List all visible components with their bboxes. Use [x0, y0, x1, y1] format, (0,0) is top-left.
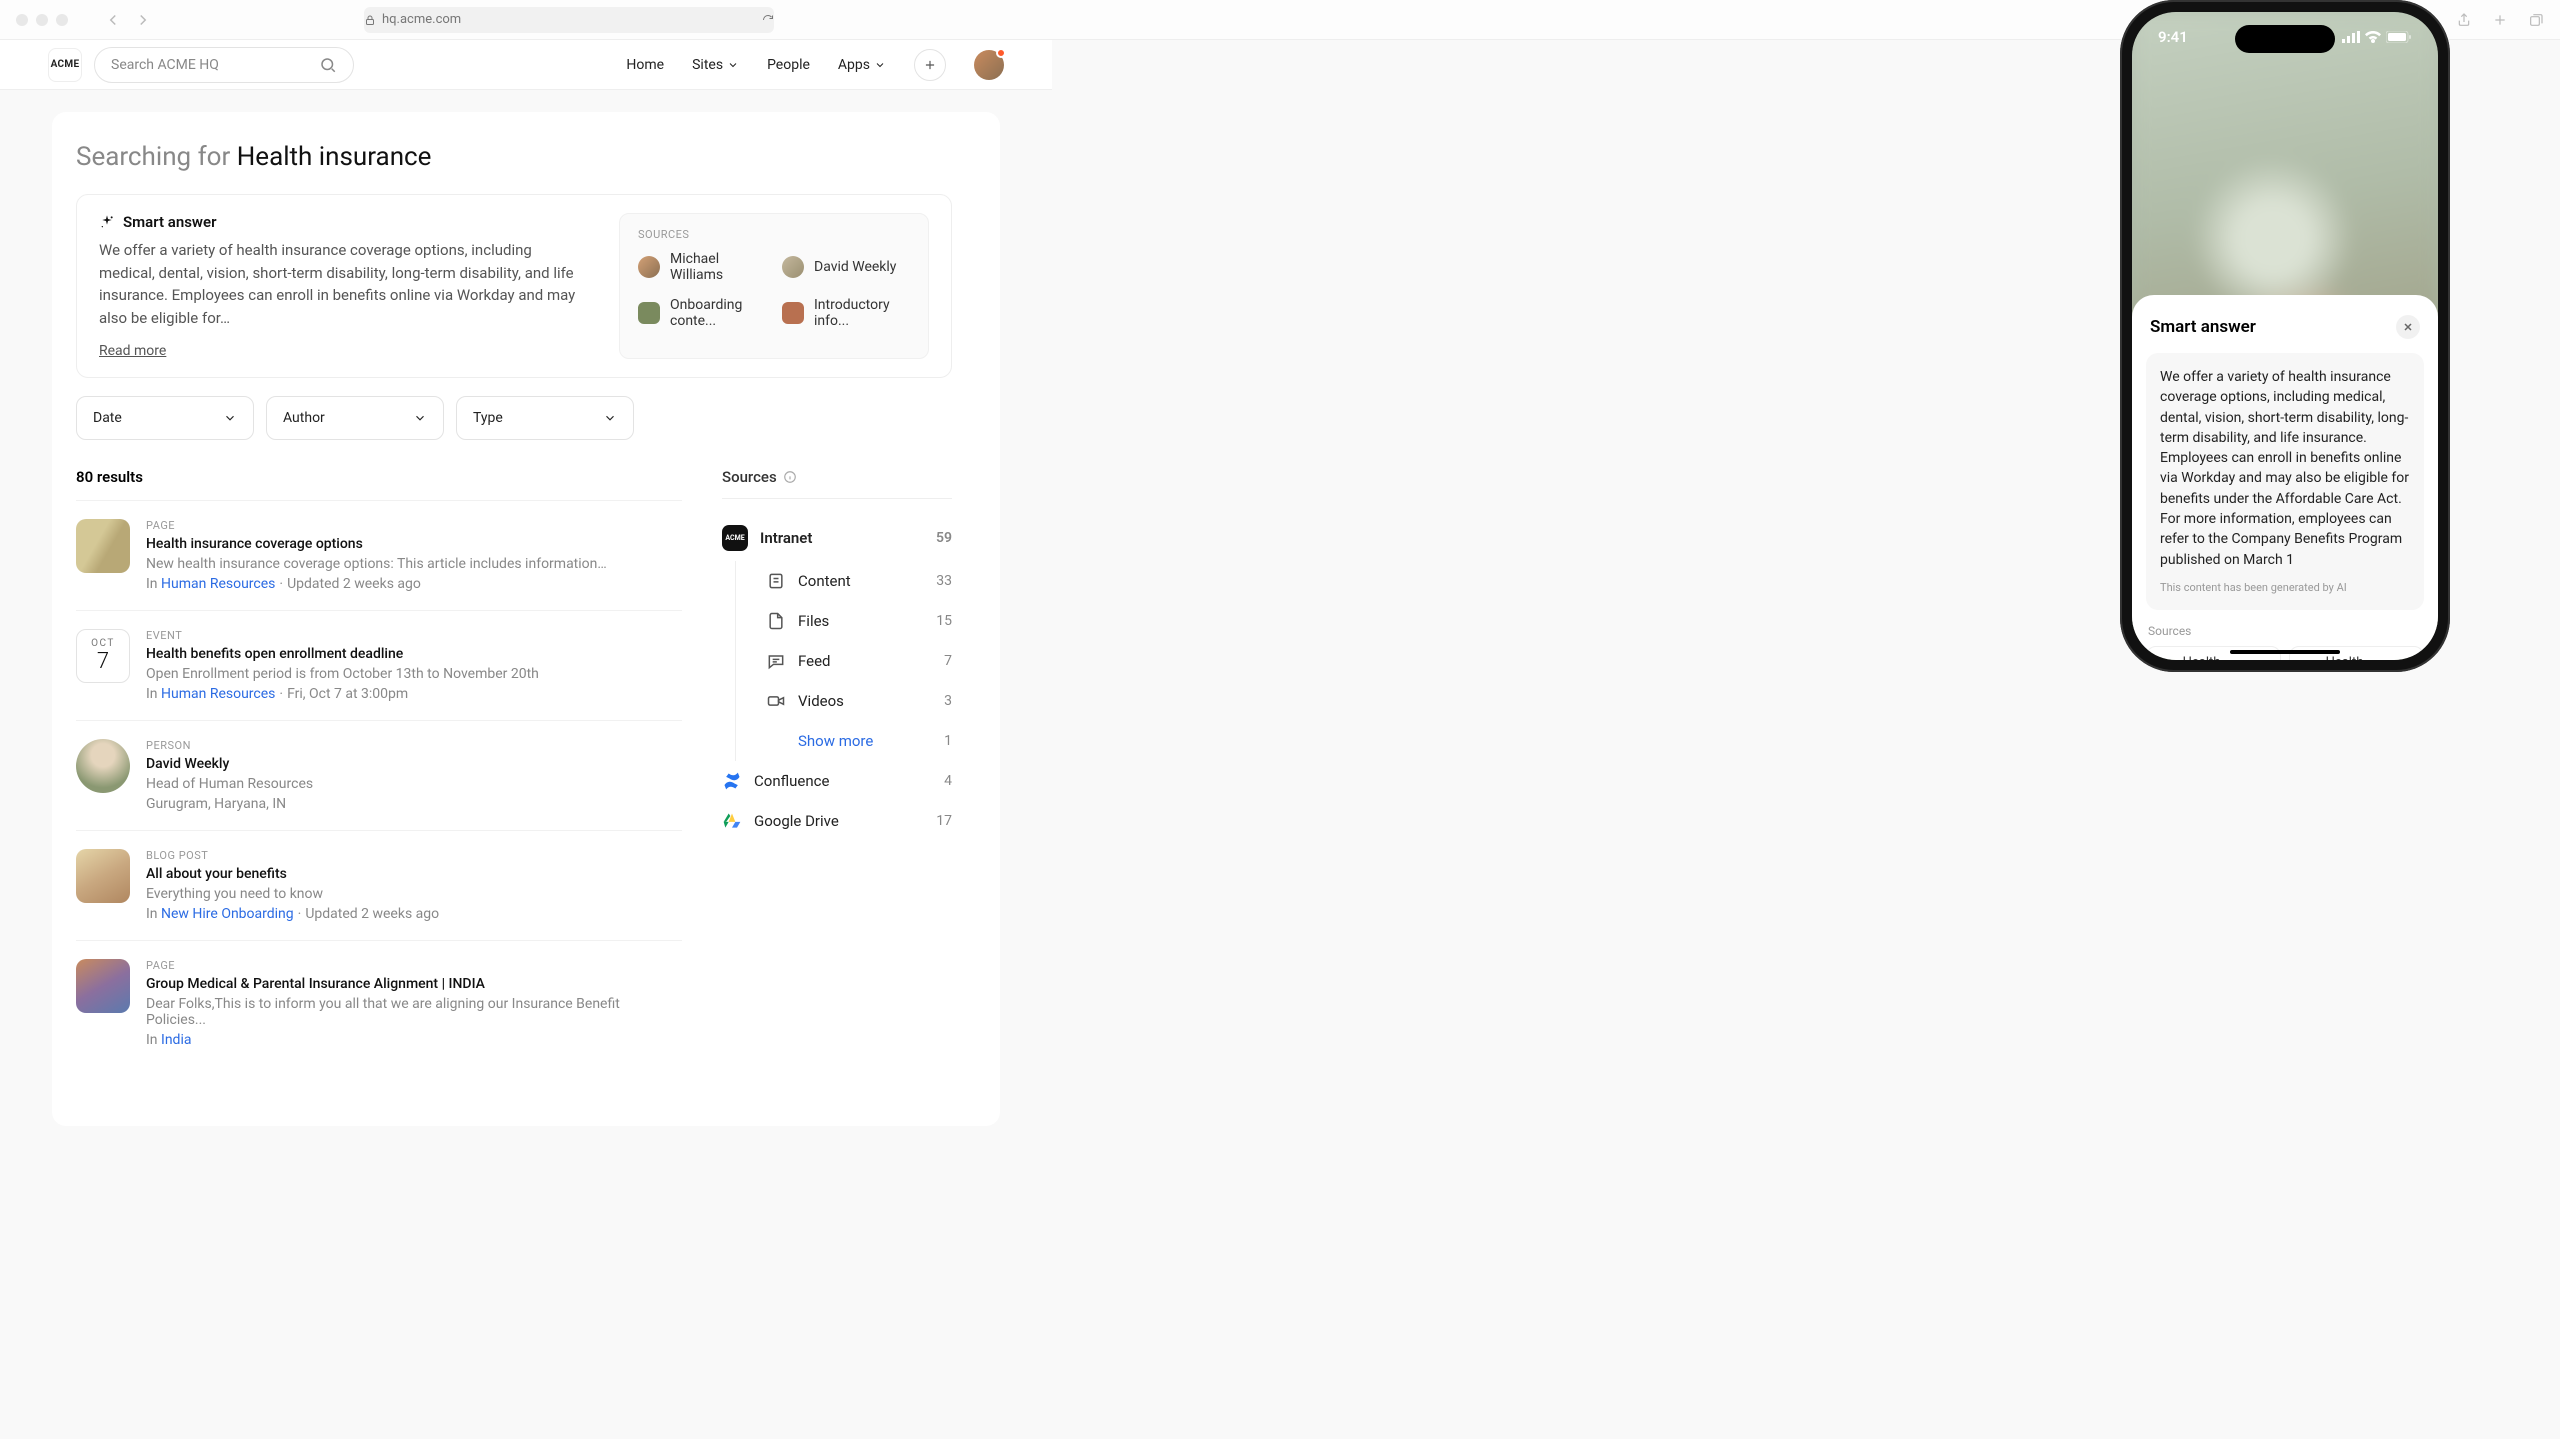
url-bar[interactable]: hq.acme.com [364, 7, 774, 33]
result-item[interactable]: PERSON David Weekly Head of Human Resour… [76, 720, 682, 830]
phone-mockup: 9:41 Smart answer We offer a variety of … [2120, 0, 2450, 672]
nav-sites[interactable]: Sites [692, 57, 739, 73]
dynamic-island [2235, 25, 2335, 53]
sheet-title: Smart answer [2150, 317, 2256, 337]
result-item[interactable]: BLOG POST All about your benefits Everyt… [76, 830, 682, 940]
calendar-icon: OCT7 [76, 629, 130, 683]
search-placeholder: Search ACME HQ [111, 57, 309, 73]
url-text: hq.acme.com [382, 12, 461, 27]
result-item[interactable]: PAGE Group Medical & Parental Insurance … [76, 940, 682, 1066]
refresh-icon[interactable] [762, 14, 774, 26]
close-button[interactable] [2396, 315, 2420, 339]
source-content[interactable]: Content33 [736, 561, 952, 601]
source-gdrive[interactable]: Google Drive17 [722, 801, 952, 841]
smart-answer-label: Smart answer [123, 213, 216, 231]
result-item[interactable]: PAGE Health insurance coverage options N… [76, 500, 682, 610]
page-title: Searching for Health insurance [76, 142, 952, 172]
source-files[interactable]: Files15 [736, 601, 952, 641]
chevron-down-icon [727, 59, 739, 71]
breadcrumb-link[interactable]: India [161, 1032, 191, 1048]
chevron-down-icon [603, 411, 617, 425]
status-time: 9:41 [2158, 28, 2188, 46]
sources-panel: Sources ACMEIntranet 59 Content33 Files1… [722, 468, 952, 1066]
nav-home[interactable]: Home [626, 57, 664, 73]
info-icon[interactable] [783, 470, 797, 484]
acme-icon: ACME [722, 525, 748, 551]
chevron-down-icon [223, 411, 237, 425]
result-thumb [76, 519, 130, 573]
search-panel: Searching for Health insurance Smart ans… [52, 112, 1000, 1126]
source-item[interactable]: Introductory info... [782, 297, 910, 329]
result-thumb [76, 959, 130, 1013]
sheet-sources-label: Sources [2148, 624, 2424, 638]
google-drive-icon [722, 811, 742, 831]
smart-sources-box: SOURCES Michael Williams David Weekly On… [619, 213, 929, 359]
document-icon [766, 571, 786, 591]
traffic-lights [16, 14, 68, 26]
back-icon[interactable] [104, 11, 122, 29]
nav-people[interactable]: People [767, 57, 810, 73]
bottom-sheet: Smart answer We offer a variety of healt… [2132, 295, 2438, 660]
nav-apps[interactable]: Apps [838, 57, 886, 73]
app-header: ACME Search ACME HQ Home Sites People Ap… [0, 40, 1052, 90]
source-feed[interactable]: Feed7 [736, 641, 952, 681]
source-item[interactable]: Michael Williams [638, 251, 766, 283]
browser-nav-arrows[interactable] [104, 11, 152, 29]
avatar [76, 739, 130, 793]
source-item[interactable]: Onboarding conte... [638, 297, 766, 329]
battery-icon [2386, 31, 2412, 43]
sparkle-icon [99, 214, 115, 230]
breadcrumb-link[interactable]: Human Resources [161, 576, 275, 592]
source-confluence[interactable]: Confluence4 [722, 761, 952, 801]
file-icon [766, 611, 786, 631]
smart-answer-card: Smart answer We offer a variety of healt… [76, 194, 952, 378]
source-intranet[interactable]: ACMEIntranet 59 [722, 515, 952, 561]
home-indicator[interactable] [2230, 650, 2340, 654]
forward-icon[interactable] [134, 11, 152, 29]
chevron-down-icon [874, 59, 886, 71]
source-videos[interactable]: Videos3 [736, 681, 952, 721]
wifi-icon [2365, 31, 2381, 43]
confluence-icon [722, 771, 742, 791]
sources-label: SOURCES [638, 228, 910, 241]
breadcrumb-link[interactable]: New Hire Onboarding [161, 906, 294, 922]
filter-author[interactable]: Author [266, 396, 444, 440]
new-tab-icon[interactable] [2492, 12, 2508, 28]
sources-header: Sources [722, 468, 952, 499]
user-avatar[interactable] [974, 50, 1004, 80]
source-item[interactable]: David Weekly [782, 251, 910, 283]
lock-icon [364, 14, 376, 26]
share-icon[interactable] [2456, 12, 2472, 28]
search-icon [319, 56, 337, 74]
search-input[interactable]: Search ACME HQ [94, 47, 354, 83]
video-icon [766, 691, 786, 711]
read-more-link[interactable]: Read more [99, 343, 166, 359]
source-show-more[interactable]: Show more1 [736, 721, 952, 761]
notification-dot [996, 48, 1006, 58]
results-count: 80 results [76, 468, 682, 486]
chat-icon [766, 651, 786, 671]
result-item[interactable]: OCT7 EVENT Health benefits open enrollme… [76, 610, 682, 720]
filter-type[interactable]: Type [456, 396, 634, 440]
app-logo[interactable]: ACME [48, 48, 82, 82]
answer-box: We offer a variety of health insurance c… [2146, 353, 2424, 610]
filter-date[interactable]: Date [76, 396, 254, 440]
answer-body: We offer a variety of health insurance c… [2160, 367, 2410, 570]
answer-disclaimer: This content has been generated by AI [2160, 580, 2410, 596]
smart-answer-body: We offer a variety of health insurance c… [99, 239, 579, 329]
result-thumb [76, 849, 130, 903]
breadcrumb-link[interactable]: Human Resources [161, 686, 275, 702]
tabs-icon[interactable] [2528, 12, 2544, 28]
cellular-icon [2342, 31, 2360, 43]
chevron-down-icon [413, 411, 427, 425]
add-button[interactable] [914, 49, 946, 81]
